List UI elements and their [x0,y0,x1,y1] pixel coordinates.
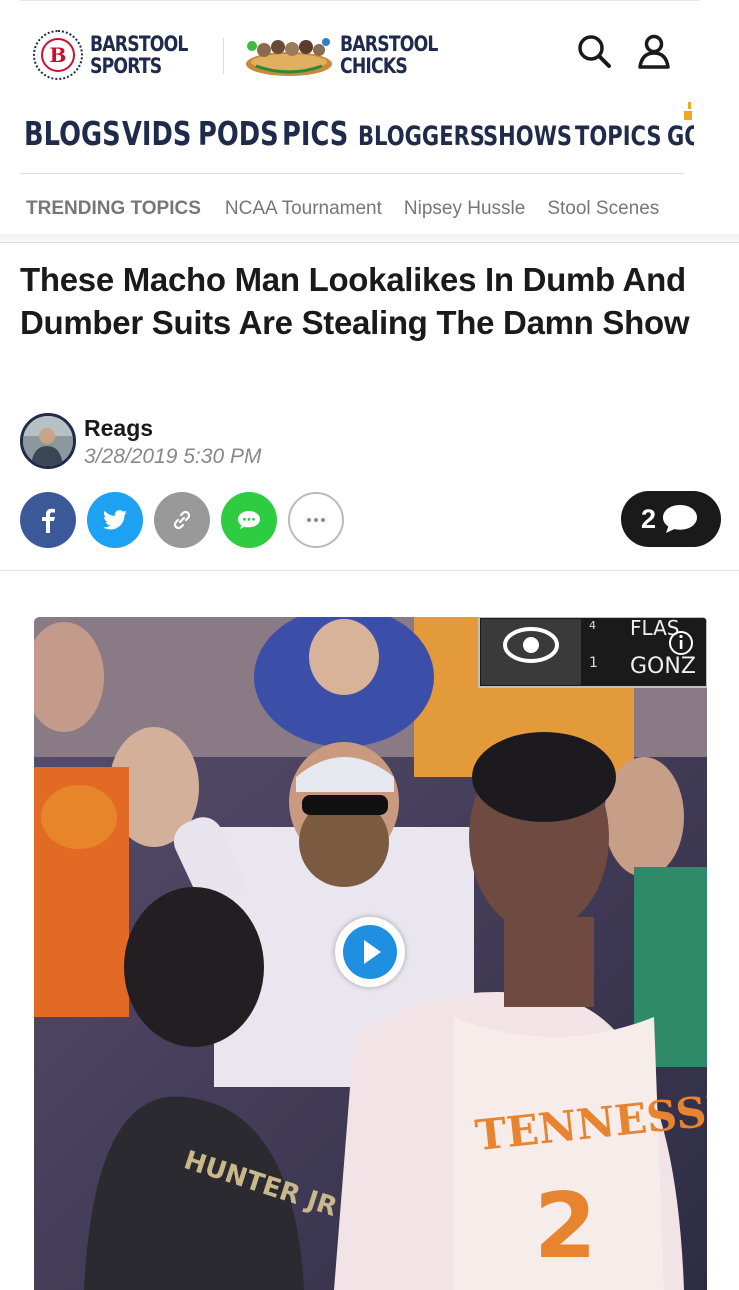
content-divider [0,570,739,571]
live-indicator-icon [684,102,692,120]
twitter-icon [103,510,127,530]
barstool-sports-wordmark[interactable]: BARSTOOL SPORTS [90,33,188,77]
more-share-button[interactable] [288,492,344,548]
nav-item-go[interactable]: GO [667,117,694,152]
trending-bar: TRENDING TOPICS NCAA Tournament Nipsey Hus… [26,198,686,220]
twitter-share-button[interactable] [87,492,143,548]
nav-item-pods[interactable]: PODS [198,114,279,153]
barstool-sports-logo[interactable]: B [33,30,83,80]
nav-item-topics[interactable]: TOPICS [575,117,662,152]
play-button[interactable] [335,917,405,987]
main-nav: BLOGSVIDSPODSPICS BLOGGERSSHOWSTOPICSGO [24,114,694,158]
article-title: These Macho Man Lookalikes In Dumb And D… [20,261,690,341]
link-icon [173,510,191,530]
barstool-chicks-wordmark[interactable]: BARSTOOL CHICKS [340,33,438,77]
nav-item-shows[interactable]: SHOWS [483,117,572,152]
nav-item-vids[interactable]: VIDS [122,114,191,153]
publish-date: 3/28/2019 5:30 PM [84,445,262,468]
wordmark-line2: CHICKS [340,54,408,78]
more-icon [307,518,325,522]
nav-divider [20,173,684,174]
search-icon[interactable] [576,33,612,69]
trending-topic[interactable]: Stool Scenes [547,198,659,219]
section-band [0,234,739,243]
wordmark-line1: BARSTOOL [90,32,188,56]
score-num-2: 1 [589,655,598,671]
score-team-bottom: GONZ [630,654,696,679]
facebook-icon [42,508,55,533]
trending-topic[interactable]: Nipsey Hussle [404,198,525,219]
comments-button[interactable]: 2 [621,491,721,547]
logo-glyph: B [41,38,75,72]
barstool-chicks-logo[interactable] [244,34,334,78]
copy-link-button[interactable] [154,492,210,548]
score-num-1: 4 [589,619,596,632]
header-divider [223,38,224,74]
avatar[interactable] [20,413,76,469]
nav-item-pics[interactable]: PICS [282,114,348,153]
facebook-share-button[interactable] [20,492,76,548]
wordmark-line1: BARSTOOL [340,32,438,56]
nav-item-bloggers[interactable]: BLOGGERS [358,117,485,152]
wordmark-line2: SPORTS [90,54,162,78]
nav-item-blogs[interactable]: BLOGS [24,114,121,153]
top-rule [20,0,699,1]
trending-topic[interactable]: NCAA Tournament [225,198,382,219]
play-icon [343,925,397,979]
sms-share-button[interactable] [221,492,277,548]
author-name[interactable]: Reags [84,415,153,442]
trending-label: TRENDING TOPICS [26,198,201,219]
comment-count: 2 [641,503,657,534]
comment-bubble-icon [663,505,698,533]
jersey-number-text: 2 [534,1174,597,1279]
sms-icon [238,511,260,529]
user-icon[interactable] [636,33,672,69]
